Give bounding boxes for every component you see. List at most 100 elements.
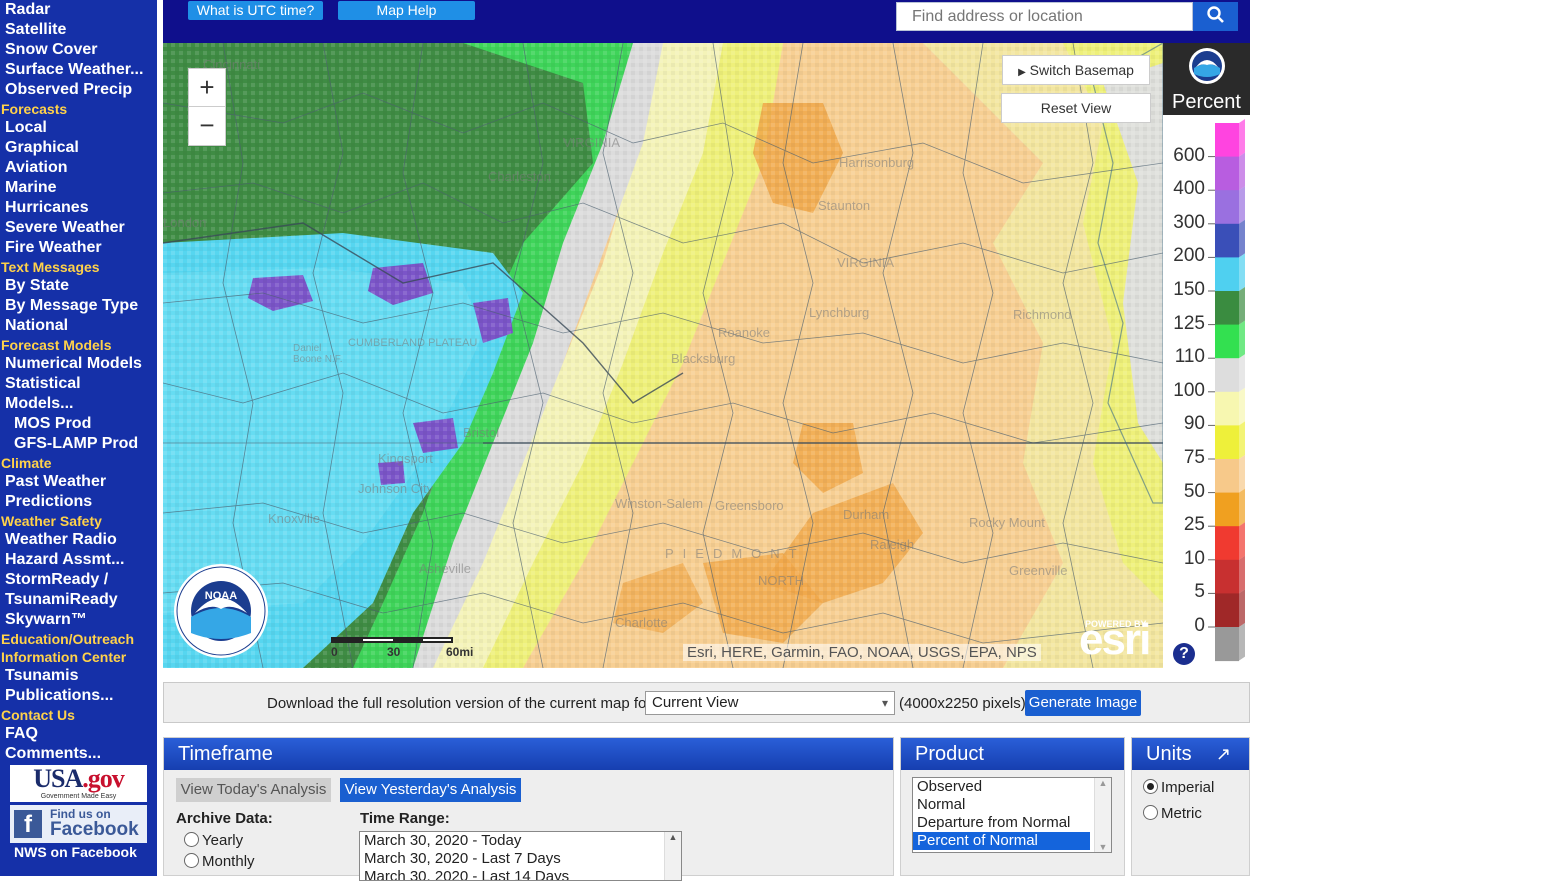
legend-swatch xyxy=(1215,593,1239,628)
legend-swatch xyxy=(1215,291,1239,326)
sidebar-item[interactable]: MOS Prod xyxy=(0,414,157,434)
sidebar-section-header[interactable]: Education/Outreach xyxy=(0,630,157,648)
zoom-in-button[interactable]: + xyxy=(189,69,225,107)
sidebar-section-header[interactable]: Information Center xyxy=(0,648,157,666)
legend-swatch-side xyxy=(1239,455,1245,493)
time-range-option[interactable]: March 30, 2020 - Today xyxy=(360,832,681,850)
noaa-logo-text: NOAA xyxy=(205,590,237,602)
sidebar-section-header[interactable]: Text Messages xyxy=(0,258,157,276)
time-range-option[interactable]: March 30, 2020 - Last 7 Days xyxy=(360,850,681,868)
time-range-label: Time Range: xyxy=(360,810,450,827)
view-select[interactable]: Current View ▾ xyxy=(645,691,895,715)
sidebar-section-header[interactable]: Weather Safety xyxy=(0,512,157,530)
map-label: Greenville xyxy=(1009,563,1068,578)
sidebar-section-header[interactable]: Forecasts xyxy=(0,100,157,118)
sidebar-item[interactable]: Hurricanes xyxy=(0,198,157,218)
sidebar-item[interactable]: StormReady / xyxy=(0,570,157,590)
sidebar-item[interactable]: Surface Weather... xyxy=(0,60,157,80)
sidebar-item[interactable]: By Message Type xyxy=(0,296,157,316)
scroll-up-icon[interactable]: ▲ xyxy=(1095,778,1111,788)
sidebar-item[interactable]: Radar xyxy=(0,0,157,20)
sidebar-item[interactable]: Past Weather xyxy=(0,472,157,492)
sidebar-item[interactable]: Graphical xyxy=(0,138,157,158)
left-sidebar: Radar Satellite Snow Cover Surface Weather.… xyxy=(0,0,157,876)
precip-map[interactable]: Cincinnati VIRGINIA Charleston Harrisonb… xyxy=(163,43,1163,668)
zoom-out-button[interactable]: − xyxy=(189,107,225,145)
sidebar-item[interactable]: Observed Precip xyxy=(0,80,157,100)
sidebar-item[interactable]: Comments... xyxy=(0,744,157,764)
facebook-line2: Facebook xyxy=(50,819,139,840)
utc-time-button[interactable]: What is UTC time? xyxy=(188,1,323,20)
units-header: Units ↗ xyxy=(1132,738,1249,770)
legend-swatch-side xyxy=(1239,320,1245,359)
reset-view-button[interactable]: Reset View xyxy=(1001,93,1151,123)
search-button[interactable] xyxy=(1193,2,1238,31)
scroll-up-icon[interactable]: ▲ xyxy=(665,832,681,842)
product-option[interactable]: Observed xyxy=(913,778,1111,796)
sidebar-item[interactable]: TsunamiReady xyxy=(0,590,157,610)
nws-facebook-link[interactable]: NWS on Facebook xyxy=(14,844,137,860)
map-label: Winston-Salem xyxy=(615,496,704,511)
map-label: Bristol xyxy=(463,425,500,440)
sidebar-item[interactable]: Statistical xyxy=(0,374,157,394)
sidebar-section-header[interactable]: Contact Us xyxy=(0,706,157,724)
help-icon[interactable]: ? xyxy=(1173,643,1195,665)
map-label: Richmond xyxy=(1013,307,1072,322)
units-imperial-radio[interactable]: Imperial xyxy=(1143,779,1214,796)
sidebar-item[interactable]: Fire Weather xyxy=(0,238,157,258)
sidebar-item[interactable]: Local xyxy=(0,118,157,138)
facebook-badge[interactable]: f Find us on Facebook xyxy=(10,805,147,843)
sidebar-item[interactable]: Numerical Models xyxy=(0,354,157,374)
archive-label: Archive Data: xyxy=(176,810,273,827)
sidebar-item[interactable]: Aviation xyxy=(0,158,157,178)
switch-basemap-button[interactable]: ▶ Switch Basemap xyxy=(1002,55,1150,85)
sidebar-item[interactable]: Marine xyxy=(0,178,157,198)
product-option[interactable]: Departure from Normal xyxy=(913,814,1111,832)
sidebar-item[interactable]: Satellite xyxy=(0,20,157,40)
sidebar-section-header[interactable]: Forecast Models xyxy=(0,336,157,354)
scale-label: 0 xyxy=(331,645,338,659)
view-yesterday-button[interactable]: View Yesterday's Analysis xyxy=(340,778,521,802)
expand-arrow-icon[interactable]: ↗ xyxy=(1216,738,1231,770)
legend-swatch xyxy=(1215,425,1239,460)
legend-swatch-side xyxy=(1239,589,1245,627)
legend-tick-label: 110 xyxy=(1174,346,1205,368)
legend-swatch-side xyxy=(1239,219,1245,258)
generate-image-button[interactable]: Generate Image xyxy=(1025,690,1141,716)
sidebar-section-header[interactable]: Climate xyxy=(0,454,157,472)
product-scrollbar[interactable]: ▲ ▼ xyxy=(1094,778,1111,852)
usagov-logo[interactable]: USA.gov Government Made Easy xyxy=(10,765,147,802)
scale-label: 30 xyxy=(387,645,401,659)
legend-tick-label: 200 xyxy=(1173,245,1205,267)
sidebar-item[interactable]: Models... xyxy=(0,394,157,414)
scale-bar-graphic xyxy=(331,637,453,643)
view-today-button[interactable]: View Today's Analysis xyxy=(176,778,331,802)
time-range-list[interactable]: March 30, 2020 - Today March 30, 2020 - … xyxy=(359,831,682,881)
archive-yearly-radio[interactable]: Yearly xyxy=(184,832,243,849)
legend-tick-label: 150 xyxy=(1173,279,1205,300)
units-metric-radio[interactable]: Metric xyxy=(1143,805,1202,822)
sidebar-item[interactable]: Skywarn™ xyxy=(0,610,157,630)
search-input[interactable] xyxy=(896,2,1193,31)
sidebar-item[interactable]: National xyxy=(0,316,157,336)
product-option-selected[interactable]: Percent of Normal xyxy=(913,832,1090,850)
map-help-button[interactable]: Map Help xyxy=(338,1,475,20)
sidebar-item[interactable]: GFS-LAMP Prod xyxy=(0,434,157,454)
time-range-option[interactable]: March 30, 2020 - Last 14 Days xyxy=(360,868,681,880)
scroll-down-icon[interactable]: ▼ xyxy=(1095,842,1111,852)
sidebar-item[interactable]: Snow Cover xyxy=(0,40,157,60)
sidebar-item[interactable]: By State xyxy=(0,276,157,296)
time-range-scrollbar[interactable]: ▲ xyxy=(664,832,681,880)
product-option[interactable]: Normal xyxy=(913,796,1111,814)
sidebar-item[interactable]: Severe Weather xyxy=(0,218,157,238)
sidebar-item[interactable]: Hazard Assmt... xyxy=(0,550,157,570)
legend-swatch-side xyxy=(1239,387,1245,426)
product-list[interactable]: Observed Normal Departure from Normal Pe… xyxy=(912,777,1112,853)
sidebar-item[interactable]: Predictions xyxy=(0,492,157,512)
sidebar-item[interactable]: Tsunamis xyxy=(0,666,157,686)
sidebar-item[interactable]: FAQ xyxy=(0,724,157,744)
sidebar-item[interactable]: Publications... xyxy=(0,686,157,706)
archive-monthly-radio[interactable]: Monthly xyxy=(184,853,255,870)
product-title: Product xyxy=(901,738,1124,770)
sidebar-item[interactable]: Weather Radio xyxy=(0,530,157,550)
